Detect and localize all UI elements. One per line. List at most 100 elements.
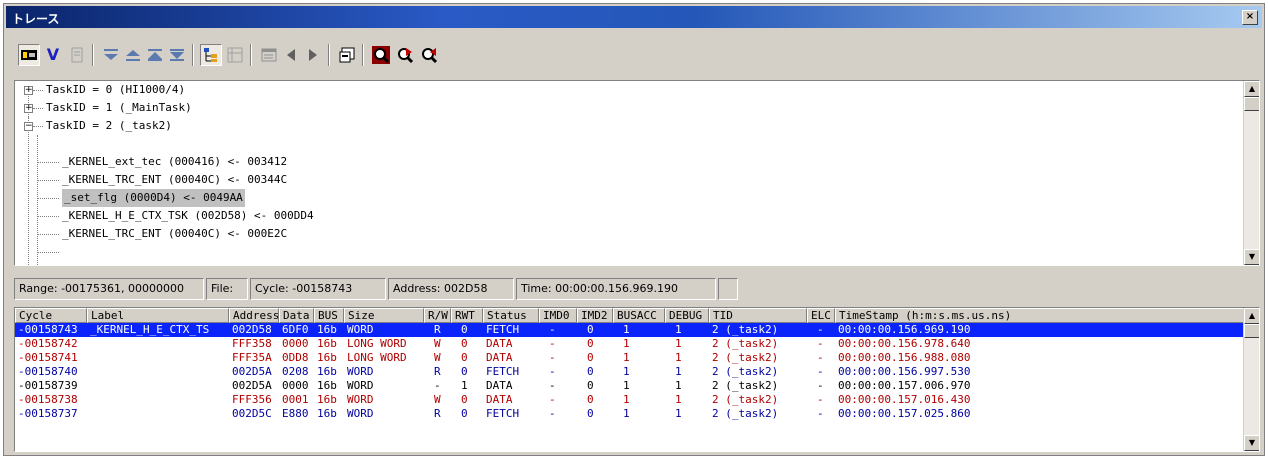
tree-item-task2[interactable]: TaskID = 2 (_task2) [46, 117, 172, 135]
move-down-icon[interactable] [166, 44, 188, 66]
cell-cycle: -00158741 [18, 351, 78, 364]
cell-imd0: - [549, 365, 556, 378]
find-icon[interactable] [370, 44, 392, 66]
cell-data: 0000 [282, 337, 309, 350]
cell-status: FETCH [486, 365, 520, 378]
scroll-down-icon[interactable]: ▼ [1244, 435, 1259, 451]
cell-debug: 1 [675, 337, 682, 350]
tree2-icon[interactable] [224, 44, 246, 66]
col-size[interactable]: Size [344, 308, 424, 323]
cell-rwt: 0 [461, 351, 468, 364]
tree-item-task0[interactable]: TaskID = 0 (HI1000/4) [46, 81, 185, 99]
cell-label [87, 337, 229, 351]
tree-item-call[interactable]: _KERNEL_TRC_ENT (00040C) <- 00344C [62, 171, 287, 189]
tree-item-call[interactable]: _KERNEL_H_E_CTX_TSK (002D58) <- 000DD4 [62, 207, 314, 225]
status-bar: Range: -00175361, 00000000 File: Cycle: … [14, 278, 754, 300]
cell-tid: 2 (_task2) [712, 393, 779, 406]
expand-icon[interactable]: + [24, 86, 33, 95]
col-imd0[interactable]: IMD0 [539, 308, 577, 323]
cell-imd0: - [549, 379, 556, 392]
col-bus[interactable]: BUS [314, 308, 344, 323]
cell-ts: 00:00:00.157.016.430 [838, 393, 971, 406]
table-scrollbar[interactable]: ▲ ▼ [1243, 308, 1259, 451]
tree-item-call[interactable]: _KERNEL_ext_tec (000416) <- 003412 [62, 153, 287, 171]
cell-imd2: 0 [587, 379, 594, 392]
filter-up-icon[interactable] [122, 44, 144, 66]
cell-bus: 16b [317, 393, 337, 406]
table-row[interactable]: -00158737 002D5C E880 16b WORD R 0 FETCH - 0 1 1 2 (… [15, 407, 1243, 421]
cell-status: DATA [486, 351, 513, 364]
cell-address: 002D5A [232, 365, 272, 378]
table-row[interactable]: -00158741 FFF35A 0DD8 16b LONG WORD W 0 DATA - 0 1… [15, 351, 1243, 365]
table-row-selected[interactable]: -00158743 _KERNEL_H_E_CTX_TS 002D58 6DF0 16b… [15, 323, 1243, 337]
cell-bus: 16b [317, 365, 337, 378]
expand-icon[interactable]: + [24, 104, 33, 113]
cell-cycle: -00158742 [18, 337, 78, 350]
tree-scrollbar[interactable]: ▲ ▼ [1243, 81, 1259, 265]
pane-splitter[interactable] [4, 269, 1264, 273]
tree-item-call-selected[interactable]: _set_flg (0000D4) <- 0049AA [62, 189, 245, 207]
tree-item-task1[interactable]: TaskID = 1 (_MainTask) [46, 99, 192, 117]
trace-table[interactable]: Cycle Label Address Data BUS Size R/W RW… [14, 307, 1260, 452]
find-next-icon[interactable] [394, 44, 416, 66]
cell-busacc: 1 [623, 379, 630, 392]
col-data[interactable]: Data [279, 308, 314, 323]
col-cycle[interactable]: Cycle [15, 308, 87, 323]
cell-debug: 1 [675, 407, 682, 420]
window-icon[interactable] [258, 44, 280, 66]
cell-address: 002D58 [232, 323, 272, 336]
trace-tree[interactable]: + TaskID = 0 (HI1000/4) + TaskID = 1 (_M… [14, 80, 1260, 266]
cell-cycle: -00158737 [18, 407, 78, 420]
collapse-icon[interactable]: − [24, 122, 33, 131]
col-busacc[interactable]: BUSACC [613, 308, 665, 323]
title-bar[interactable]: トレース × [6, 6, 1262, 28]
scroll-thumb[interactable] [1244, 97, 1259, 111]
tree-connector [33, 108, 43, 109]
col-tid[interactable]: TID [709, 308, 807, 323]
tree-icon[interactable] [200, 44, 222, 66]
properties-icon[interactable] [336, 44, 358, 66]
table-header: Cycle Label Address Data BUS Size R/W RW… [15, 308, 1245, 323]
cell-elc: - [817, 393, 824, 406]
tree-item-call[interactable]: _KERNEL_TRC_ENT (00040C) <- 000E2C [62, 225, 287, 243]
close-icon[interactable]: × [1242, 10, 1258, 25]
scroll-up-icon[interactable]: ▲ [1244, 308, 1259, 324]
col-rw[interactable]: R/W [424, 308, 451, 323]
table-row[interactable]: -00158742 FFF358 0000 16b LONG WORD W 0 DATA - 0 1… [15, 337, 1243, 351]
col-debug[interactable]: DEBUG [665, 308, 709, 323]
copy-icon[interactable] [66, 44, 88, 66]
cell-imd2: 0 [587, 407, 594, 420]
scroll-up-icon[interactable]: ▲ [1244, 81, 1259, 97]
table-row[interactable]: -00158739 002D5A 0000 16b WORD - 1 DATA - 0 1 1 2 (_… [15, 379, 1243, 393]
filter-down-icon[interactable] [100, 44, 122, 66]
col-address[interactable]: Address [229, 308, 279, 323]
col-imd2[interactable]: IMD2 [577, 308, 613, 323]
prev-icon[interactable] [280, 44, 302, 66]
col-rwt[interactable]: RWT [451, 308, 483, 323]
cell-tid: 2 (_task2) [712, 351, 779, 364]
cell-ts: 00:00:00.156.978.640 [838, 337, 971, 350]
next-icon[interactable] [302, 44, 324, 66]
v-icon[interactable]: V [42, 44, 64, 66]
scroll-thumb[interactable] [1244, 324, 1259, 338]
stop-icon[interactable] [18, 44, 40, 66]
scroll-down-icon[interactable]: ▼ [1244, 249, 1259, 265]
find-prev-icon[interactable] [418, 44, 440, 66]
cell-tid: 2 (_task2) [712, 337, 779, 350]
col-status[interactable]: Status [483, 308, 539, 323]
col-timestamp[interactable]: TimeStamp (h:m:s.ms.us.ns) [835, 308, 1245, 323]
col-label[interactable]: Label [87, 308, 229, 323]
cell-imd0: - [549, 393, 556, 406]
table-row[interactable]: -00158740 002D5A 0208 16b WORD R 0 FETCH - 0 1 1 2 (… [15, 365, 1243, 379]
table-row[interactable]: -00158738 FFF356 0001 16b WORD W 0 DATA - 0 1 1 2 (_… [15, 393, 1243, 407]
move-up-icon[interactable] [144, 44, 166, 66]
cell-rw: W [434, 337, 441, 350]
cell-size: WORD [347, 323, 374, 336]
cell-rwt: 0 [461, 323, 468, 336]
tree-connector [28, 117, 29, 265]
col-elc[interactable]: ELC [807, 308, 835, 323]
cell-bus: 16b [317, 379, 337, 392]
cell-rw: R [434, 323, 441, 336]
cell-address: FFF356 [232, 393, 272, 406]
tree-connector [37, 180, 59, 181]
